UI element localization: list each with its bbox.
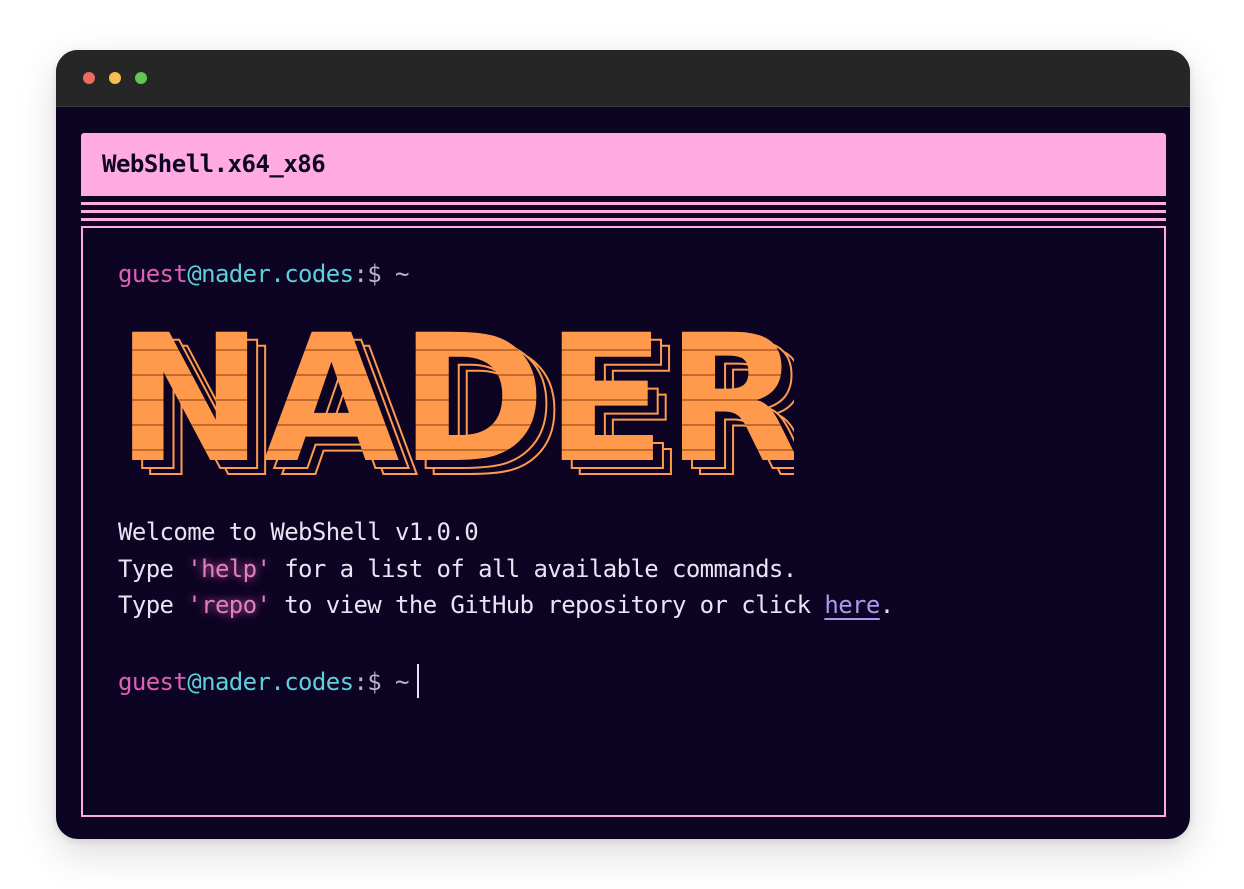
prompt-at: @ [187,260,202,288]
hint-end: . [879,591,894,619]
hint-type: Type [118,555,188,583]
repo-link[interactable]: here [824,591,880,619]
terminal-header: WebShell.x64_x86 [81,133,1166,196]
welcome-line: Welcome to WebShell v1.0.0 [118,518,479,546]
prompt-suffix: :$ ~ [353,260,409,288]
repo-command: 'repo' [187,591,271,619]
help-hint-line: Type 'help' for a list of all available … [118,555,797,583]
banner-text: NADER [116,326,794,476]
repo-hint-line: Type 'repo' to view the GitHub repositor… [118,591,894,619]
terminal-window: WebShell.x64_x86 guest@nader.codes:$ ~ N… [56,50,1190,839]
prompt-suffix: :$ ~ [353,668,409,696]
hint-text: for a list of all available commands. [270,555,797,583]
header-divider [81,210,1166,213]
nader-ascii-banner: NADER NADER NADER [116,326,794,476]
minimize-button[interactable] [109,72,121,84]
prompt-host: nader.codes [201,668,354,696]
terminal-title: WebShell.x64_x86 [102,150,326,178]
header-divider [81,218,1166,221]
hint-type: Type [118,591,188,619]
input-prompt-line[interactable]: guest@nader.codes:$ ~ [118,664,419,698]
hint-text: to view the GitHub repository or click [270,591,825,619]
maximize-button[interactable] [135,72,147,84]
prompt-line: guest@nader.codes:$ ~ [118,260,409,288]
prompt-at: @ [187,668,202,696]
prompt-user: guest [118,260,188,288]
prompt-host: nader.codes [201,260,354,288]
header-divider [81,202,1166,205]
prompt-user: guest [118,668,188,696]
text-cursor [416,664,419,698]
window-titlebar [56,50,1190,107]
help-command: 'help' [187,555,271,583]
close-button[interactable] [83,72,95,84]
